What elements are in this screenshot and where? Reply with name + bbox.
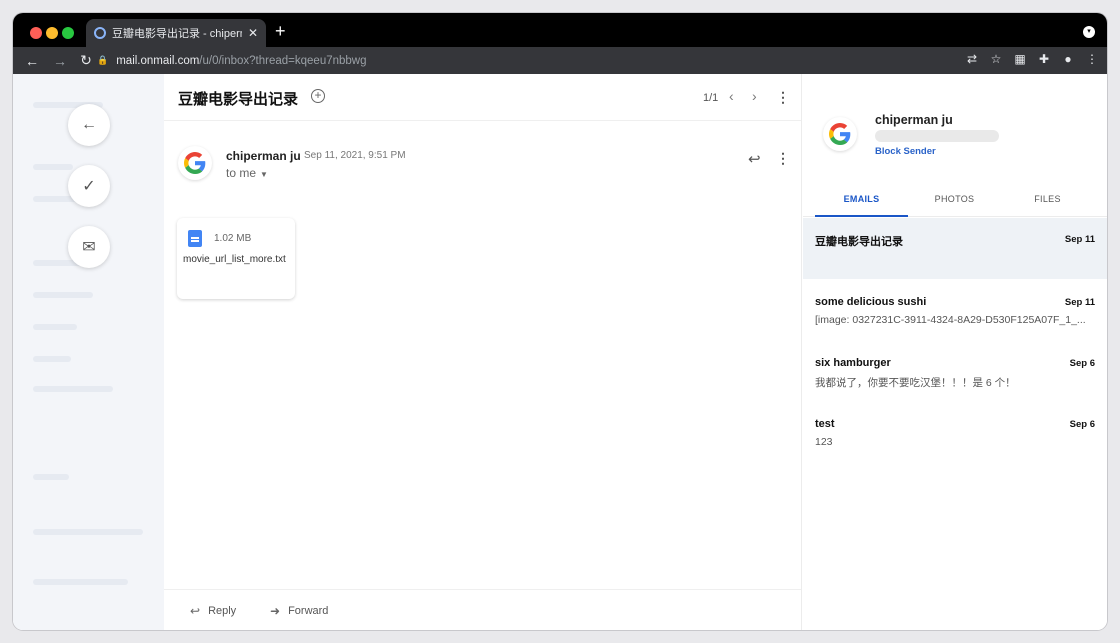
thread-date: Sep 11 xyxy=(1064,297,1095,308)
thread-more-icon[interactable]: ⋮ xyxy=(776,89,790,106)
contact-name: chiperman ju xyxy=(875,113,953,127)
sidebar-placeholder xyxy=(33,324,77,330)
forward-label: Forward xyxy=(288,605,329,617)
back-button[interactable]: ← xyxy=(68,104,110,146)
sidebar-placeholder xyxy=(33,529,143,535)
thread-subject: some delicious sushi xyxy=(815,296,927,308)
email-subject: 豆瓣电影导出记录 xyxy=(178,91,299,108)
sidebar: ← ✓ ✉ xyxy=(13,74,164,630)
lock-icon: 🔒 xyxy=(97,55,109,65)
thread-item[interactable]: six hamburger Sep 6 我都说了，你要不要吃汉堡！！！是 6 个… xyxy=(803,357,1107,407)
forward-icon: ➜ xyxy=(270,604,281,618)
attachment-size: 1.02 MB xyxy=(214,233,252,244)
email-date: Sep 11, 2021, 9:51 PM xyxy=(304,150,406,161)
sender-name[interactable]: chiperman ju xyxy=(226,149,301,163)
thread-date: Sep 6 xyxy=(1069,419,1095,430)
sidebar-placeholder xyxy=(33,356,71,362)
tab-close-icon[interactable]: ✕ xyxy=(248,26,258,40)
active-tab-indicator xyxy=(815,215,908,217)
contact-panel: chiperman ju Block Sender EMAILS PHOTOS … xyxy=(803,74,1107,630)
thread-item[interactable]: some delicious sushi Sep 11 [image: 0327… xyxy=(803,296,1107,346)
extension-icon[interactable]: ▦ xyxy=(1013,52,1027,66)
puzzle-icon[interactable]: ✚ xyxy=(1037,52,1051,66)
new-tab-button[interactable]: + xyxy=(275,21,286,41)
reply-icon: ↩ xyxy=(190,604,201,618)
reply-label: Reply xyxy=(208,605,237,617)
recipient-label: to me xyxy=(226,166,257,180)
toolbar-icons: ⇄ ☆ ▦ ✚ ● ⋮ xyxy=(965,52,1099,66)
thread-subject: 豆瓣电影导出记录 xyxy=(815,236,903,248)
avatar-icon[interactable]: ● xyxy=(1061,52,1075,66)
back-icon[interactable]: ← xyxy=(21,53,43,69)
browser-window: 豆瓣电影导出记录 - chipermanju ✕ + ▾ ← → ↻ 🔒 mai… xyxy=(13,13,1107,630)
reply-icon[interactable]: ↩ xyxy=(748,150,761,168)
bookmark-star-icon[interactable]: ☆ xyxy=(989,52,1003,66)
tab-files[interactable]: FILES xyxy=(1001,194,1094,204)
sidebar-placeholder xyxy=(33,386,113,392)
mark-unread-button[interactable]: ✉ xyxy=(68,226,110,268)
translate-icon[interactable]: ⇄ xyxy=(965,52,979,66)
tab-emails[interactable]: EMAILS xyxy=(815,194,908,204)
message-more-icon[interactable]: ⋮ xyxy=(776,150,790,167)
sidebar-placeholder xyxy=(33,579,128,585)
onmail-favicon-icon xyxy=(94,27,106,39)
block-sender-link[interactable]: Block Sender xyxy=(875,146,936,157)
page-content: ← ✓ ✉ 豆瓣电影导出记录 + 1/1 ‹ › ⋮ chiperman ju … xyxy=(13,74,1107,630)
thread-pager: 1/1 xyxy=(703,92,719,104)
reply-button[interactable]: ↩ Reply xyxy=(190,604,236,618)
thread-preview: 我都说了，你要不要吃汉堡！！！是 6 个！ xyxy=(815,377,1016,389)
reload-icon[interactable]: ↻ xyxy=(75,52,97,69)
contact-tabs: EMAILS PHOTOS FILES xyxy=(803,184,1107,217)
sidebar-placeholder xyxy=(33,164,73,170)
sidebar-placeholder xyxy=(33,474,69,480)
close-window-button[interactable] xyxy=(30,27,42,39)
mark-done-button[interactable]: ✓ xyxy=(68,165,110,207)
email-view: 豆瓣电影导出记录 + 1/1 ‹ › ⋮ chiperman ju Sep 11… xyxy=(164,74,802,630)
thread-date: Sep 6 xyxy=(1069,358,1095,369)
thread-item[interactable]: 豆瓣电影导出记录 Sep 11 xyxy=(803,218,1107,279)
browser-toolbar: ← → ↻ 🔒 mail.onmail.com/u/0/inbox?thread… xyxy=(13,47,1107,74)
browser-tab[interactable]: 豆瓣电影导出记录 - chipermanju ✕ xyxy=(86,19,266,47)
forward-button[interactable]: ➜ Forward xyxy=(270,604,328,618)
attachment-name: movie_url_list_more.txt xyxy=(183,254,286,265)
minimize-window-button[interactable] xyxy=(46,27,58,39)
document-icon xyxy=(188,230,202,247)
thread-preview: [image: 0327231C-3911-4324-8A29-D530F125… xyxy=(815,314,1086,326)
thread-item[interactable]: test Sep 6 123 xyxy=(803,418,1107,468)
subject-bar: 豆瓣电影导出记录 + 1/1 ‹ › ⋮ xyxy=(164,74,801,121)
sidebar-placeholder xyxy=(33,292,93,298)
tab-photos[interactable]: PHOTOS xyxy=(908,194,1001,204)
url-host: mail.onmail.com xyxy=(116,54,200,67)
caret-down-icon: ▼ xyxy=(260,170,268,179)
menu-icon[interactable]: ⋮ xyxy=(1085,52,1099,66)
attachment-card[interactable]: 1.02 MB movie_url_list_more.txt xyxy=(177,218,295,299)
next-thread-icon[interactable]: › xyxy=(752,88,757,104)
thread-subject: six hamburger xyxy=(815,357,891,369)
tab-title: 豆瓣电影导出记录 - chipermanju xyxy=(112,28,242,40)
contact-email-redacted xyxy=(875,130,999,142)
add-label-button[interactable]: + xyxy=(311,89,325,103)
thread-preview: 123 xyxy=(815,436,833,448)
maximize-window-button[interactable] xyxy=(62,27,74,39)
contact-google-logo-icon xyxy=(823,117,857,151)
thread-subject: test xyxy=(815,418,835,430)
google-logo-icon xyxy=(178,146,212,180)
url-path: /u/0/inbox?thread=kqeeu7nbbwg xyxy=(199,54,367,67)
thread-date: Sep 11 xyxy=(1064,234,1095,245)
prev-thread-icon[interactable]: ‹ xyxy=(729,88,734,104)
forward-icon[interactable]: → xyxy=(49,53,71,69)
tab-strip: 豆瓣电影导出记录 - chipermanju ✕ + ▾ xyxy=(13,13,1107,47)
address-bar[interactable]: 🔒 mail.onmail.com/u/0/inbox?thread=kqeeu… xyxy=(97,49,1017,72)
email-footer: ↩ Reply ➜ Forward xyxy=(164,589,801,630)
tab-search-icon[interactable]: ▾ xyxy=(1083,26,1095,38)
recipient-toggle[interactable]: to me ▼ xyxy=(226,166,268,180)
